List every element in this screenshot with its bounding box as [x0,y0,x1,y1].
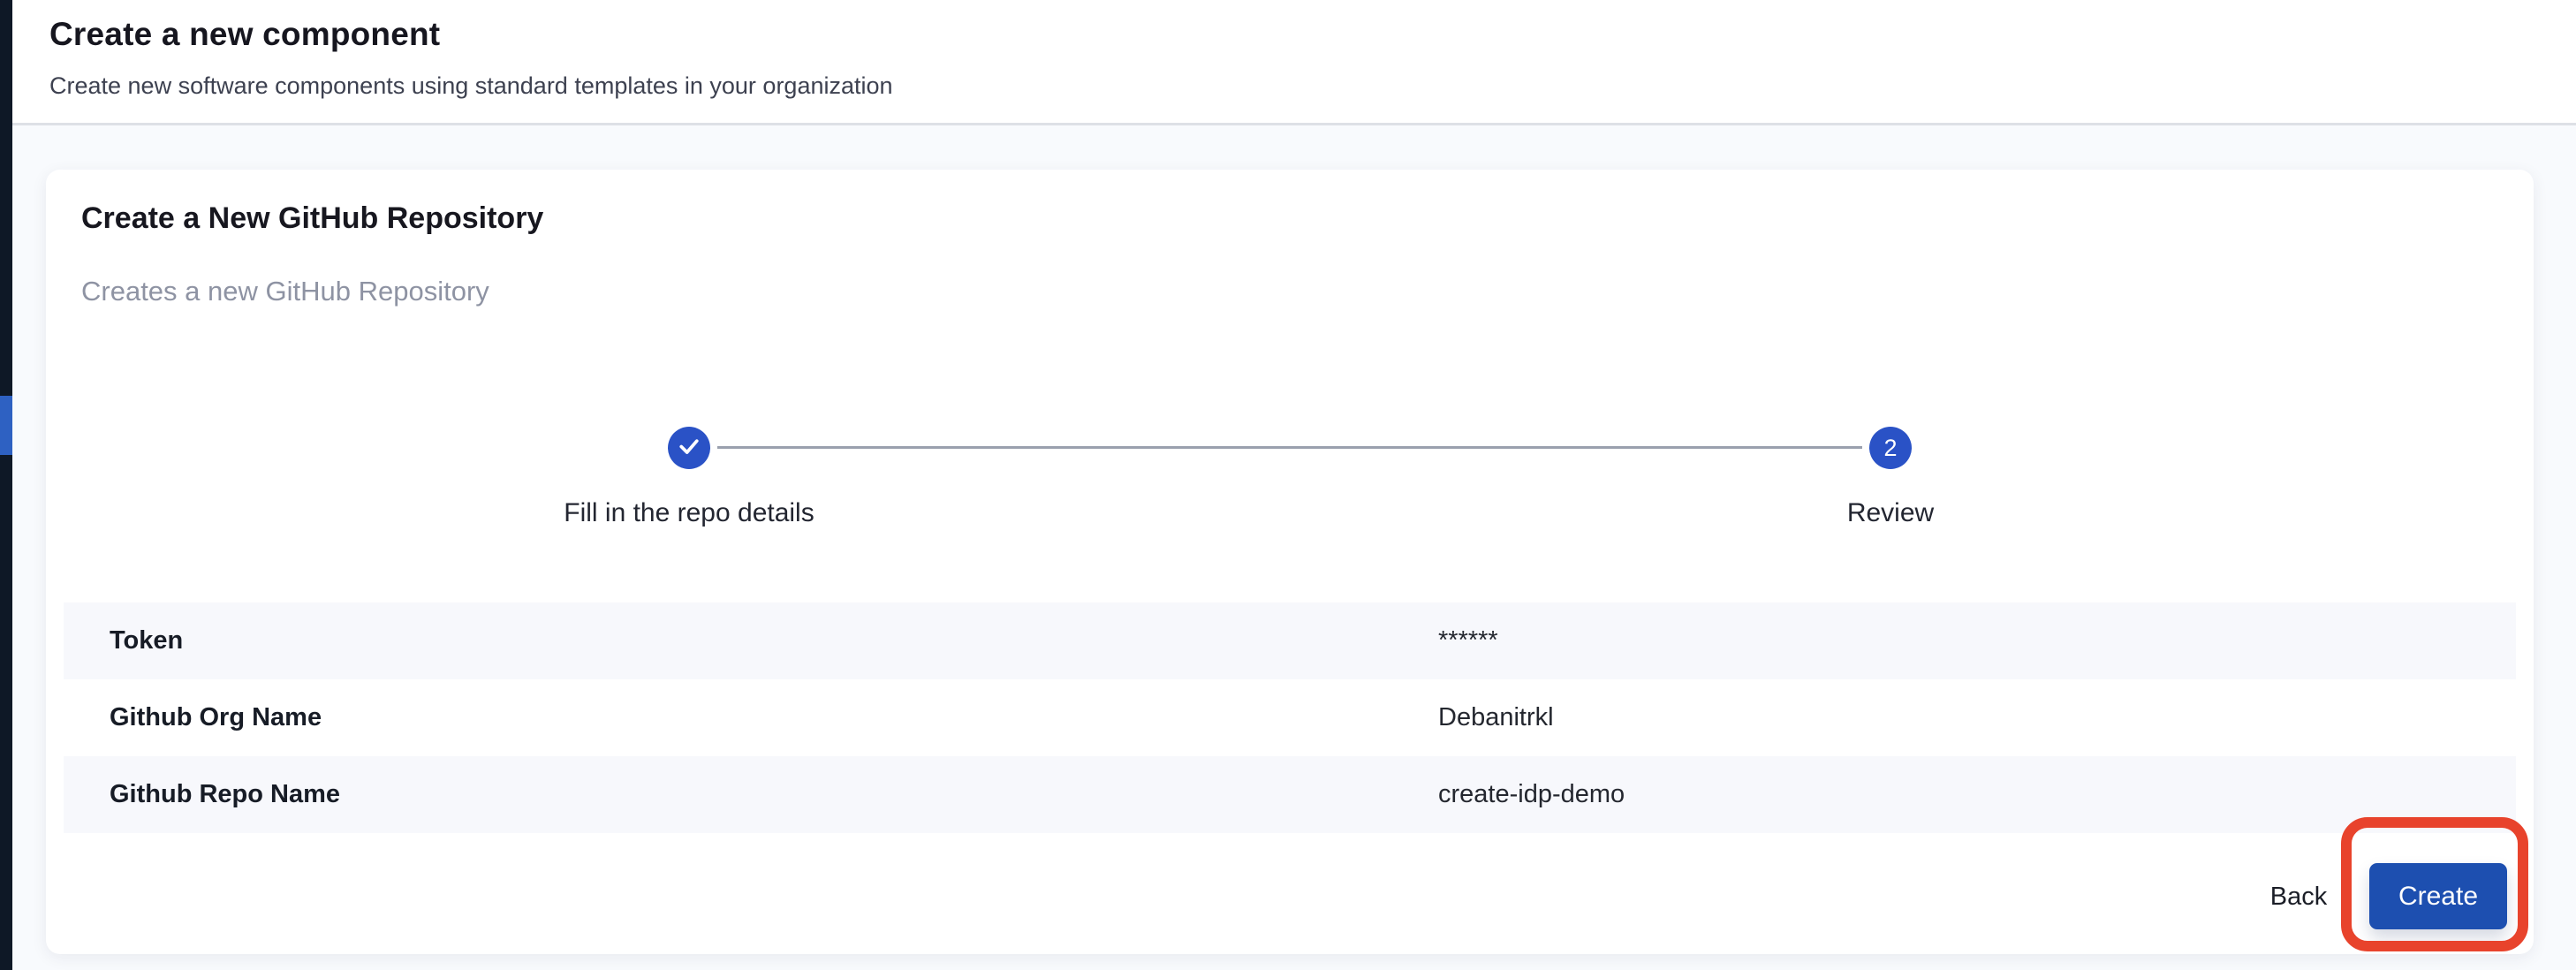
page-header: Create a new component Create new softwa… [12,0,2576,125]
field-label-token: Token [64,626,183,656]
screen: Create a new component Create new softwa… [0,0,2576,970]
step-2-active-circle: 2 [1869,427,1912,469]
page-subtitle: Create new software components using sta… [49,72,893,100]
check-icon [677,434,701,463]
page-title: Create a new component [49,16,440,53]
create-button[interactable]: Create [2369,863,2507,929]
review-table: Token ****** Github Org Name Debanitrkl … [64,602,2516,833]
collapsed-sidebar[interactable] [0,0,12,970]
table-row-github-repo-name: Github Repo Name create-idp-demo [64,756,2516,833]
step-1-label: Fill in the repo details [495,498,883,528]
template-description: Creates a new GitHub Repository [81,276,489,307]
table-row-github-org-name: Github Org Name Debanitrkl [64,679,2516,756]
scaffolder-card: Create a New GitHub Repository Creates a… [46,170,2534,954]
step-2-label: Review [1696,498,2085,528]
back-button[interactable]: Back [2237,876,2360,917]
sidebar-active-indicator [0,396,12,455]
step-1-completed-circle [668,427,710,469]
step-2-number: 2 [1883,435,1897,462]
field-label-github-repo-name: Github Repo Name [64,780,340,809]
field-value-token: ****** [1438,626,1498,656]
stepper-connector-line [717,446,1862,449]
field-value-github-org-name: Debanitrkl [1438,703,1554,732]
template-title: Create a New GitHub Repository [81,201,543,236]
table-row-token: Token ****** [64,602,2516,679]
field-value-github-repo-name: create-idp-demo [1438,780,1625,809]
field-label-github-org-name: Github Org Name [64,703,322,732]
